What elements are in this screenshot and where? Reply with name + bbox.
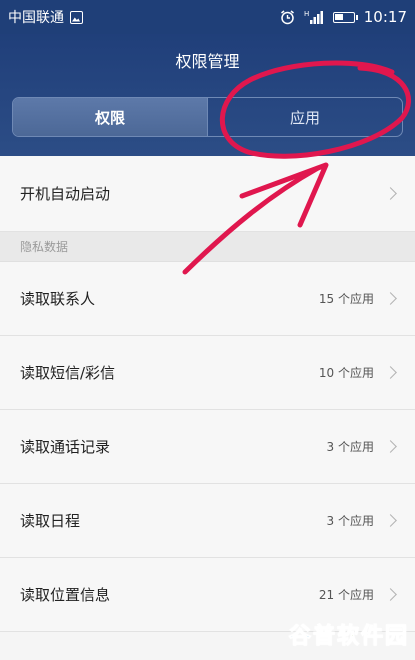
watermark-char: 软 (336, 624, 359, 650)
status-bar: 中国联通 H 10:17 (0, 0, 415, 34)
watermark-logo: 谷 普 软 件 园 (288, 618, 407, 650)
list-item-label: 读取位置信息 (20, 586, 111, 604)
page-title: 权限管理 (175, 52, 240, 71)
chevron-right-icon (384, 292, 397, 305)
clock: 10:17 (363, 8, 407, 26)
watermark-char: 件 (360, 624, 383, 650)
permission-list: 开机自动启动 隐私数据 读取联系人 15 个应用 读取短信/彩信 10 个应用 … (0, 156, 415, 632)
list-item[interactable]: 读取短信/彩信 10 个应用 (0, 336, 415, 410)
chevron-right-icon (384, 514, 397, 527)
autostart-row[interactable]: 开机自动启动 (0, 156, 415, 232)
signal-icon: H (304, 10, 323, 24)
app-count: 10 个应用 (318, 366, 374, 380)
list-item-label: 读取日程 (20, 512, 81, 530)
list-item-label: 读取联系人 (20, 290, 96, 308)
autostart-label: 开机自动启动 (20, 185, 111, 203)
chevron-right-icon (384, 440, 397, 453)
status-icons: H 10:17 (280, 8, 407, 26)
alarm-icon (280, 9, 294, 24)
header: 权限管理 权限 应用 (0, 34, 415, 156)
battery-icon (332, 11, 358, 23)
app-count: 3 个应用 (326, 514, 374, 528)
list-item-label: 读取通话记录 (20, 438, 111, 456)
app-count: 21 个应用 (318, 588, 374, 602)
carrier-label: 中国联通 (8, 10, 64, 26)
watermark-char: 谷 (288, 624, 311, 650)
app-count: 15 个应用 (318, 292, 374, 306)
chevron-right-icon (384, 187, 397, 200)
tab-permissions[interactable]: 权限 (13, 98, 208, 136)
list-item[interactable]: 读取日程 3 个应用 (0, 484, 415, 558)
network-type-label: H (304, 10, 309, 18)
list-item[interactable]: 读取联系人 15 个应用 (0, 262, 415, 336)
image-notification-icon (70, 10, 83, 24)
section-header-privacy: 隐私数据 (0, 232, 415, 262)
watermark-char: 园 (384, 624, 407, 650)
carrier-group: 中国联通 (8, 7, 83, 27)
tab-apps[interactable]: 应用 (208, 98, 402, 136)
screen: 中国联通 H 10:17 权限管理 权限 应用 开机自动启动 隐私数据 读取联系… (0, 0, 415, 660)
app-count: 3 个应用 (326, 440, 374, 454)
tab-bar: 权限 应用 (12, 97, 403, 137)
chevron-right-icon (384, 588, 397, 601)
list-item[interactable]: 读取通话记录 3 个应用 (0, 410, 415, 484)
watermark-char: 普 (312, 624, 335, 650)
chevron-right-icon (384, 366, 397, 379)
list-item-label: 读取短信/彩信 (20, 364, 116, 382)
battery-level (334, 13, 343, 20)
